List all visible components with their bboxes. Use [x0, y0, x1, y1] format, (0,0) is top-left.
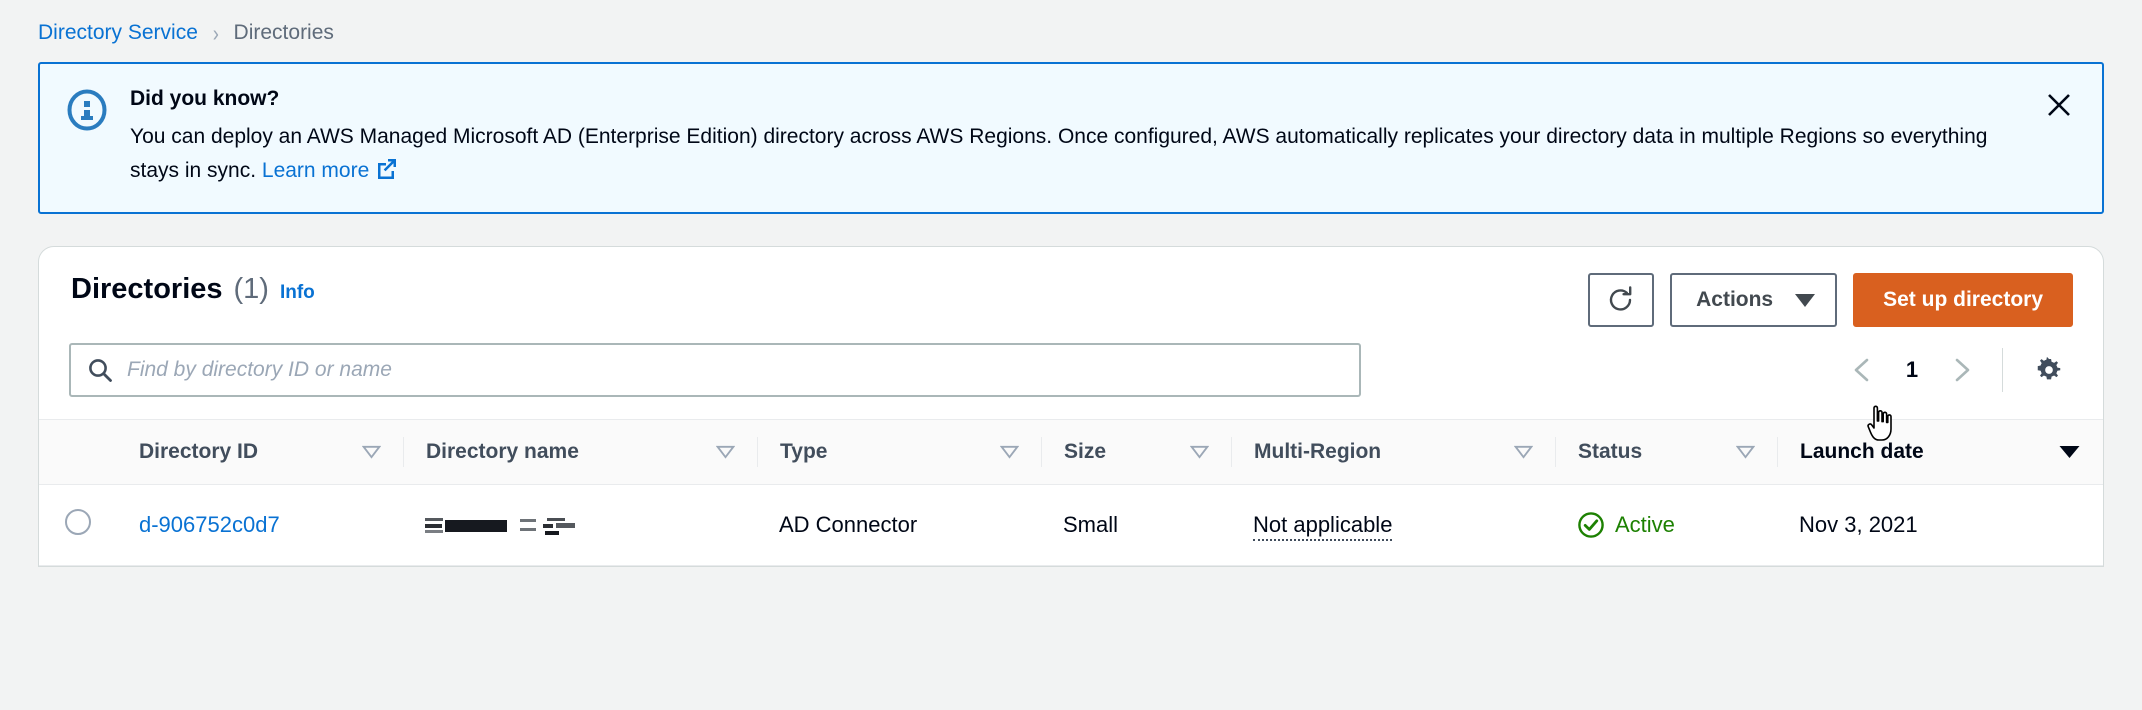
column-size[interactable]: Size [1041, 420, 1231, 485]
banner-text: You can deploy an AWS Managed Microsoft … [130, 120, 1990, 188]
cell-launch-date: Nov 3, 2021 [1777, 485, 2103, 566]
pagination: 1 [1838, 345, 2073, 395]
banner-body: Did you know? You can deploy an AWS Mana… [130, 86, 2076, 188]
pagination-divider [2002, 348, 2003, 392]
page-title: Directories [71, 273, 223, 306]
directories-panel: Directories (1) Info Actions Set up dire… [38, 246, 2104, 567]
row-select-cell [39, 485, 117, 566]
column-directory-id[interactable]: Directory ID [117, 420, 403, 485]
close-icon [2045, 91, 2073, 119]
sort-icon [1514, 445, 1533, 459]
column-label-status: Status [1578, 440, 1642, 464]
search-input[interactable] [127, 358, 1343, 382]
column-status[interactable]: Status [1555, 420, 1777, 485]
column-select [39, 420, 117, 485]
check-circle-icon [1577, 511, 1605, 539]
gear-icon [2034, 355, 2064, 385]
banner-title: Did you know? [130, 87, 2076, 111]
sort-icon [1190, 445, 1209, 459]
banner-close-button[interactable] [2040, 86, 2078, 124]
refresh-button[interactable] [1588, 273, 1654, 327]
cell-status: Active [1555, 485, 1777, 566]
cell-multi-region: Not applicable [1231, 485, 1555, 566]
multi-region-value: Not applicable [1253, 512, 1392, 541]
column-label-multi-region: Multi-Region [1254, 440, 1381, 464]
sort-icon [716, 445, 735, 459]
sort-descending-icon [2058, 444, 2081, 460]
banner-text-line1: You can deploy an AWS Managed Microsoft … [130, 125, 1494, 148]
search-icon [87, 357, 113, 383]
sort-icon [1000, 445, 1019, 459]
cell-directory-id: d-906752c0d7 [117, 485, 403, 566]
learn-more-link[interactable]: Learn more [262, 159, 397, 182]
pagination-next-button[interactable] [1936, 345, 1986, 395]
panel-header: Directories (1) Info Actions Set up dire… [39, 247, 2103, 327]
panel-title-group: Directories (1) Info [69, 273, 315, 306]
cell-size: Small [1041, 485, 1231, 566]
chevron-down-icon [1795, 294, 1815, 307]
table-row[interactable]: d-906752c0d7 AD Connector Small Not appl… [39, 485, 2103, 566]
cell-type: AD Connector [757, 485, 1041, 566]
external-link-icon [375, 158, 397, 180]
actions-label: Actions [1696, 288, 1773, 312]
table-preferences-button[interactable] [2025, 346, 2073, 394]
chevron-right-icon: › [213, 22, 219, 45]
column-label-directory-name: Directory name [426, 440, 579, 464]
sort-icon [1736, 445, 1755, 459]
actions-dropdown-button[interactable]: Actions [1670, 273, 1837, 327]
column-label-size: Size [1064, 440, 1106, 464]
pagination-page-1[interactable]: 1 [1892, 357, 1932, 383]
directory-name-redacted [425, 518, 575, 532]
column-type[interactable]: Type [757, 420, 1041, 485]
directory-id-link[interactable]: d-906752c0d7 [139, 512, 280, 537]
learn-more-label: Learn more [262, 159, 369, 182]
status-badge: Active [1615, 512, 1675, 538]
did-you-know-banner: Did you know? You can deploy an AWS Mana… [38, 62, 2104, 214]
breadcrumb: Directory Service › Directories [0, 0, 2142, 52]
column-label-launch-date: Launch date [1800, 440, 1924, 464]
table-header: Directory ID Directory name Type [39, 420, 2103, 485]
set-up-directory-button[interactable]: Set up directory [1853, 273, 2073, 327]
table-body: d-906752c0d7 AD Connector Small Not appl… [39, 485, 2103, 566]
panel-actions: Actions Set up directory [1588, 273, 2073, 327]
sort-icon [362, 445, 381, 459]
chevron-left-icon [1850, 357, 1876, 383]
directories-count: (1) [234, 273, 269, 306]
row-radio-button[interactable] [65, 509, 91, 535]
column-launch-date[interactable]: Launch date [1777, 420, 2103, 485]
directory-service-page: Directory Service › Directories Did you … [0, 0, 2142, 710]
search-box[interactable] [69, 343, 1361, 397]
info-link[interactable]: Info [280, 282, 315, 304]
chevron-right-icon [1948, 357, 1974, 383]
column-label-type: Type [780, 440, 827, 464]
column-directory-name[interactable]: Directory name [403, 420, 757, 485]
info-circle-icon [66, 86, 108, 188]
table-header-row: Directory ID Directory name Type [39, 420, 2103, 485]
breadcrumb-link-directory-service[interactable]: Directory Service [38, 21, 198, 45]
refresh-icon [1606, 285, 1636, 315]
breadcrumb-current-directories: Directories [234, 21, 334, 45]
filter-row: 1 [39, 327, 2103, 419]
column-multi-region[interactable]: Multi-Region [1231, 420, 1555, 485]
pagination-previous-button[interactable] [1838, 345, 1888, 395]
column-label-directory-id: Directory ID [139, 440, 258, 464]
cell-directory-name [403, 485, 757, 566]
directories-table: Directory ID Directory name Type [39, 419, 2103, 566]
